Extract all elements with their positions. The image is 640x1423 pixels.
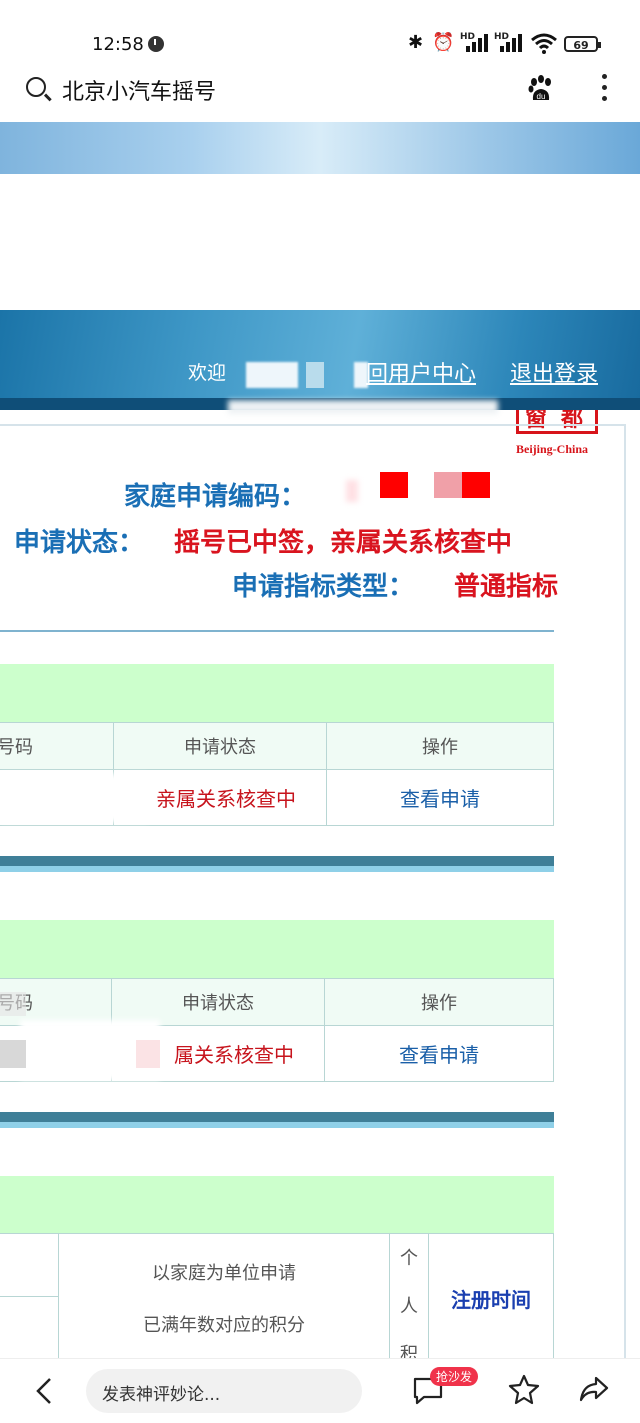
section-separator-1b	[0, 866, 554, 872]
table1-header-action: 操作	[326, 722, 554, 770]
redacted-username	[246, 362, 298, 388]
table3-cell-a	[0, 1233, 59, 1297]
signal-icon	[466, 34, 488, 52]
redaction-smear	[228, 400, 498, 414]
section-header-2	[0, 920, 554, 978]
banner-header: 之 首 窗 都 Beijing-China	[0, 174, 640, 456]
quota-type-label: 申请指标类型：	[232, 572, 415, 602]
redaction-grey-1	[0, 1040, 26, 1068]
status-label: 申请状态：	[14, 528, 145, 558]
table1-view-application-link[interactable]: 查看申请	[326, 769, 554, 826]
clock-notification-icon	[148, 36, 164, 52]
status-value: 摇号已中签，亲属关系核查中	[174, 528, 513, 558]
table3-register-time-header: 注册时间	[428, 1233, 554, 1363]
table2-header-action: 操作	[324, 978, 554, 1026]
favorite-star-icon[interactable]	[508, 1373, 540, 1405]
redaction-grey-2	[0, 992, 26, 1016]
family-code-label: 家庭申请编码：	[124, 482, 307, 512]
table3-line1: 以家庭为单位申请	[152, 1263, 296, 1284]
table1-header-status: 申请状态	[113, 722, 327, 770]
redaction-pink	[136, 1040, 160, 1068]
svg-text:du: du	[537, 92, 546, 101]
comment-placeholder: 发表神评妙论...	[102, 1385, 221, 1405]
bottom-toolbar: 发表神评妙论... 抢沙发	[0, 1358, 640, 1423]
bluetooth-icon: ✱	[408, 32, 424, 53]
search-bar[interactable]: 北京小汽车摇号 du	[0, 62, 640, 122]
back-chevron-icon[interactable]	[34, 1377, 54, 1405]
redacted-code-block-1	[380, 472, 408, 498]
search-icon[interactable]	[26, 77, 46, 97]
table3-family-score-header: 以家庭为单位申请 已满年数对应的积分	[58, 1233, 390, 1363]
divider	[0, 630, 554, 632]
share-arrow-icon[interactable]	[578, 1373, 610, 1405]
table3-line2: 已满年数对应的积分	[143, 1315, 305, 1336]
table3-cell-b	[0, 1296, 59, 1360]
redacted-code-smear	[346, 480, 358, 502]
vertical-char-1: 个	[400, 1248, 418, 1269]
signal-icon-2	[500, 34, 522, 52]
wifi-icon	[531, 33, 557, 54]
redacted-code-block-2	[434, 472, 462, 498]
logout-link[interactable]: 退出登录	[510, 356, 598, 388]
more-menu-icon[interactable]	[600, 74, 608, 108]
redacted-code-block-3	[462, 472, 490, 498]
table2-view-application-link[interactable]: 查看申请	[324, 1025, 554, 1082]
redacted-username-2	[306, 362, 324, 388]
section-separator-2b	[0, 1122, 554, 1128]
quota-type-value: 普通指标	[454, 572, 559, 602]
table3-personal-score-header: 个 人 积	[389, 1233, 429, 1365]
status-bar: 12:58 ✱ ⏰ HD HD 69	[0, 0, 640, 62]
section-header-3	[0, 1176, 554, 1234]
status-time: 12:58	[92, 34, 144, 55]
redaction-mask-1	[0, 774, 148, 822]
vertical-char-2: 人	[400, 1296, 418, 1317]
table2-header-status: 申请状态	[111, 978, 325, 1026]
user-center-link[interactable]: 回用户中心	[366, 356, 476, 388]
alarm-icon: ⏰	[432, 32, 455, 53]
welcome-text: 欢迎	[188, 362, 227, 384]
comment-input[interactable]: 发表神评妙论...	[86, 1369, 362, 1413]
baidu-paw-icon[interactable]: du	[526, 74, 556, 104]
search-query[interactable]: 北京小汽车摇号	[62, 74, 216, 106]
section-header-1	[0, 664, 554, 722]
battery-icon: 69	[564, 36, 601, 52]
sofa-badge: 抢沙发	[430, 1367, 479, 1386]
banner-sky-image	[0, 122, 640, 174]
